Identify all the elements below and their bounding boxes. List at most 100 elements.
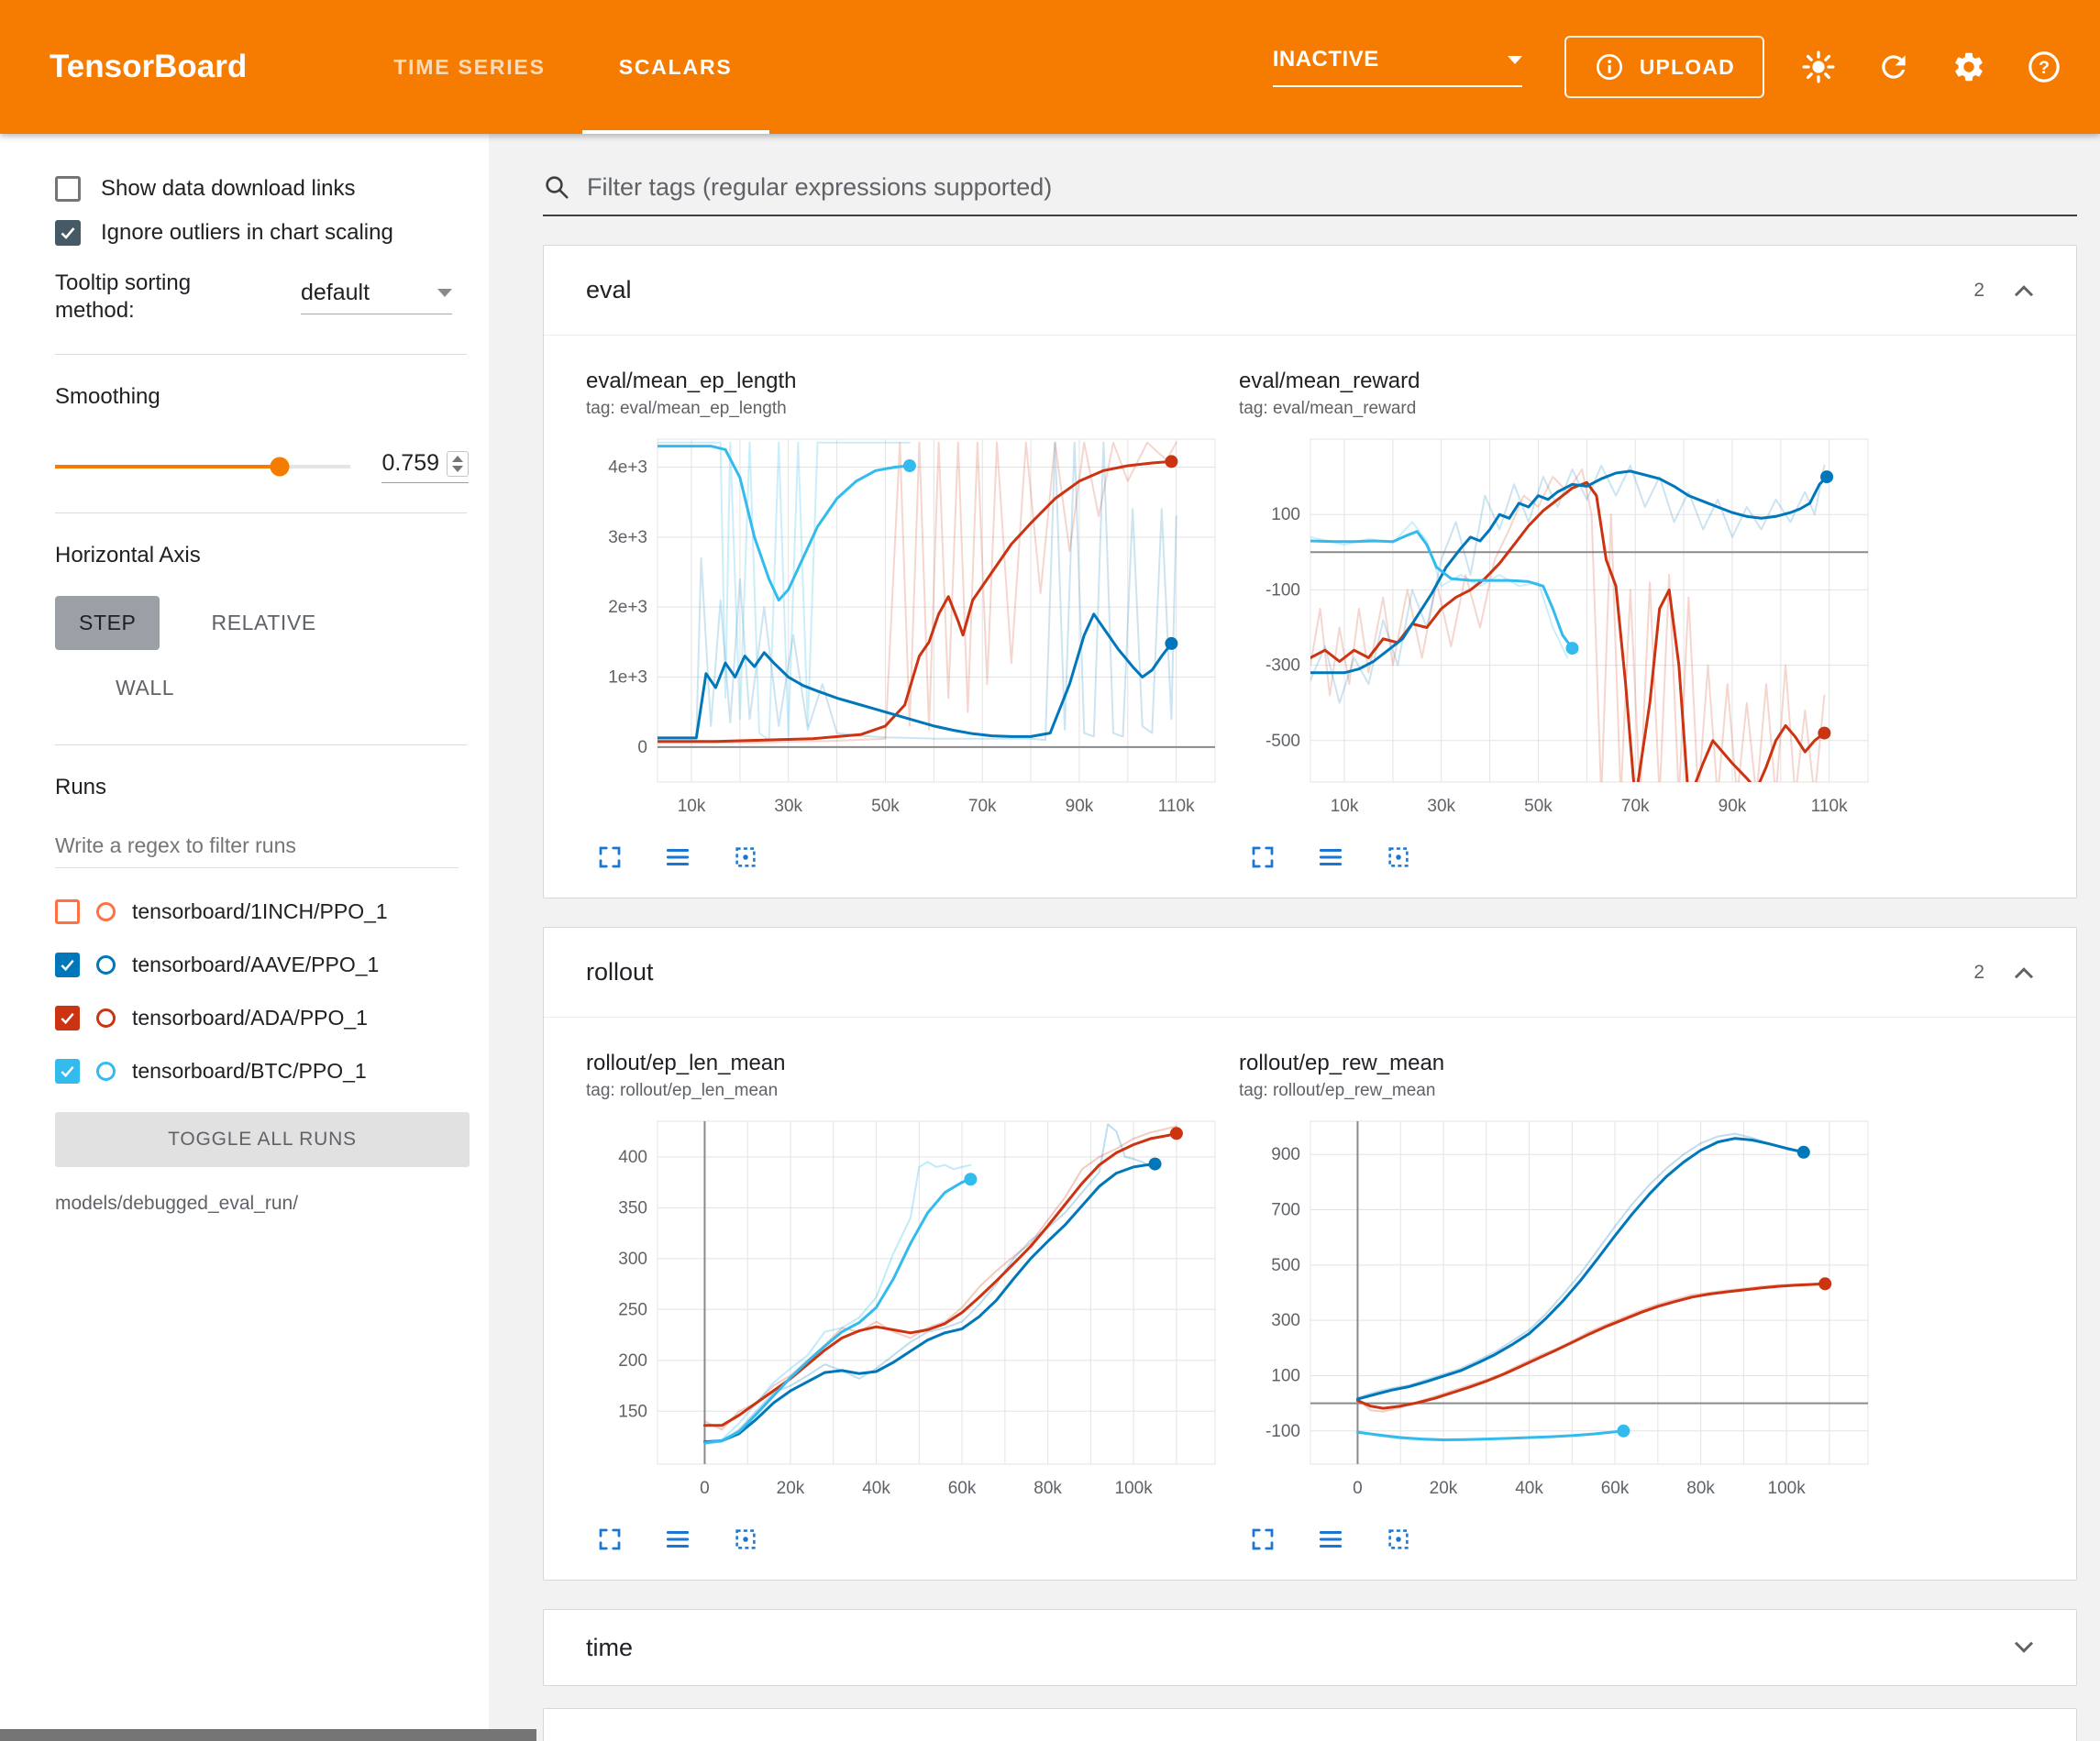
app-title: TensorBoard bbox=[50, 49, 247, 85]
chart-tag: tag: eval/mean_reward bbox=[1239, 399, 1879, 419]
section-body-eval: eval/mean_ep_length tag: eval/mean_ep_le… bbox=[544, 336, 2076, 898]
run-color-circle[interactable] bbox=[96, 902, 116, 921]
svg-text:70k: 70k bbox=[968, 797, 997, 816]
help-icon[interactable]: ? bbox=[2023, 46, 2065, 88]
svg-text:100k: 100k bbox=[1768, 1479, 1807, 1498]
runs-table-icon[interactable] bbox=[1316, 843, 1345, 872]
run-row[interactable]: tensorboard/AAVE/PPO_1 bbox=[55, 938, 476, 991]
section-count: 2 bbox=[1973, 962, 1984, 984]
run-color-circle[interactable] bbox=[96, 1008, 116, 1028]
brightness-icon[interactable] bbox=[1797, 46, 1840, 88]
chevron-up-icon[interactable] bbox=[2012, 964, 2036, 981]
stepper-up-icon[interactable] bbox=[452, 456, 463, 462]
runs-filter-input[interactable] bbox=[55, 826, 459, 868]
svg-text:0: 0 bbox=[700, 1479, 710, 1498]
axis-step-button[interactable]: STEP bbox=[55, 596, 160, 650]
chart-plot[interactable]: 10k30k50k70k90k110k01e+32e+33e+34e+3 bbox=[584, 424, 1226, 833]
run-checkbox[interactable] bbox=[55, 1006, 80, 1030]
svg-text:30k: 30k bbox=[774, 797, 802, 816]
run-color-circle[interactable] bbox=[96, 1062, 116, 1081]
axis-wall-button[interactable]: WALL bbox=[92, 661, 198, 715]
fit-domain-icon[interactable] bbox=[731, 843, 760, 872]
tooltip-sorting-dropdown[interactable]: default bbox=[301, 280, 452, 314]
run-checkbox[interactable] bbox=[55, 899, 80, 924]
chart-plot[interactable]: 10k30k50k70k90k110k100-100-300-500 bbox=[1237, 424, 1879, 833]
svg-text:?: ? bbox=[2039, 58, 2050, 78]
svg-text:30k: 30k bbox=[1427, 797, 1455, 816]
ignore-outliers-label: Ignore outliers in chart scaling bbox=[101, 220, 393, 246]
tab-time-series[interactable]: TIME SERIES bbox=[357, 0, 582, 134]
svg-text:500: 500 bbox=[1271, 1256, 1300, 1275]
svg-text:40k: 40k bbox=[1515, 1479, 1543, 1498]
upload-button[interactable]: UPLOAD bbox=[1564, 36, 1764, 98]
search-icon bbox=[543, 173, 570, 201]
runs-table-icon[interactable] bbox=[663, 843, 692, 872]
run-row[interactable]: tensorboard/1INCH/PPO_1 bbox=[55, 885, 476, 938]
chevron-up-icon[interactable] bbox=[2012, 282, 2036, 299]
section-header-time[interactable]: time bbox=[544, 1610, 2076, 1685]
show-download-links-row[interactable]: Show data download links bbox=[55, 176, 476, 202]
svg-text:20k: 20k bbox=[1430, 1479, 1458, 1498]
chart-plot[interactable]: 020k40k60k80k100k150200250300350400 bbox=[584, 1107, 1226, 1515]
chevron-down-icon bbox=[1508, 56, 1522, 64]
smoothing-value-field[interactable]: 0.759 bbox=[381, 450, 469, 483]
svg-text:400: 400 bbox=[618, 1148, 647, 1167]
toggle-all-runs-button[interactable]: TOGGLE ALL RUNS bbox=[55, 1112, 470, 1167]
expand-chart-icon[interactable] bbox=[1248, 843, 1277, 872]
chart-toolbar bbox=[1237, 1525, 1879, 1554]
fit-domain-icon[interactable] bbox=[1384, 1525, 1413, 1554]
runs-table-icon[interactable] bbox=[663, 1525, 692, 1554]
chevron-down-icon[interactable] bbox=[2012, 1639, 2036, 1656]
svg-text:350: 350 bbox=[618, 1198, 647, 1218]
show-download-links-checkbox[interactable] bbox=[55, 176, 81, 202]
expand-chart-icon[interactable] bbox=[1248, 1525, 1277, 1554]
section-title: rollout bbox=[586, 958, 654, 986]
smoothing-slider-thumb[interactable] bbox=[271, 457, 290, 477]
chart-title: eval/mean_ep_length bbox=[586, 369, 1226, 394]
run-row[interactable]: tensorboard/BTC/PPO_1 bbox=[55, 1044, 476, 1097]
tag-filter-input[interactable] bbox=[587, 173, 2077, 202]
svg-text:-100: -100 bbox=[1266, 580, 1300, 600]
section-count: 2 bbox=[1973, 280, 1984, 302]
chart-plot[interactable]: 020k40k60k80k100k-100100300500700900 bbox=[1237, 1107, 1879, 1515]
fit-domain-icon[interactable] bbox=[1384, 843, 1413, 872]
run-checkbox[interactable] bbox=[55, 1059, 80, 1084]
run-color-circle[interactable] bbox=[96, 955, 116, 975]
ignore-outliers-checkbox[interactable] bbox=[55, 220, 81, 246]
info-icon bbox=[1594, 51, 1625, 83]
run-checkbox[interactable] bbox=[55, 953, 80, 977]
horizontal-scrollbar[interactable] bbox=[0, 1729, 536, 1741]
settings-gear-icon[interactable] bbox=[1948, 46, 1990, 88]
svg-text:100k: 100k bbox=[1115, 1479, 1154, 1498]
tab-scalars[interactable]: SCALARS bbox=[582, 0, 769, 134]
smoothing-label: Smoothing bbox=[55, 384, 476, 410]
run-row[interactable]: tensorboard/ADA/PPO_1 bbox=[55, 991, 476, 1044]
run-label: tensorboard/ADA/PPO_1 bbox=[132, 1006, 368, 1030]
runs-table-icon[interactable] bbox=[1316, 1525, 1345, 1554]
chart-title: rollout/ep_len_mean bbox=[586, 1051, 1226, 1076]
status-dropdown[interactable]: INACTIVE bbox=[1273, 47, 1522, 87]
smoothing-stepper[interactable] bbox=[447, 451, 469, 477]
section-card-eval: eval 2 eval/mean_ep_length tag: eval/mea… bbox=[543, 245, 2077, 898]
svg-text:150: 150 bbox=[618, 1402, 647, 1421]
refresh-icon[interactable] bbox=[1873, 46, 1915, 88]
ignore-outliers-row[interactable]: Ignore outliers in chart scaling bbox=[55, 220, 476, 246]
chevron-down-icon bbox=[437, 289, 452, 297]
svg-text:0: 0 bbox=[1353, 1479, 1363, 1498]
expand-chart-icon[interactable] bbox=[595, 843, 624, 872]
section-header-eval[interactable]: eval 2 bbox=[544, 246, 2076, 336]
svg-text:20k: 20k bbox=[777, 1479, 805, 1498]
expand-chart-icon[interactable] bbox=[595, 1525, 624, 1554]
smoothing-slider-fill bbox=[55, 465, 280, 468]
svg-text:10k: 10k bbox=[678, 797, 706, 816]
section-header-rollout[interactable]: rollout 2 bbox=[544, 928, 2076, 1018]
section-card-rollout: rollout 2 rollout/ep_len_mean tag: rollo… bbox=[543, 927, 2077, 1581]
smoothing-slider[interactable] bbox=[55, 465, 350, 468]
horizontal-axis-options-2: WALL bbox=[55, 661, 476, 715]
chart-tag: tag: rollout/ep_rew_mean bbox=[1239, 1081, 1879, 1101]
fit-domain-icon[interactable] bbox=[731, 1525, 760, 1554]
stepper-down-icon[interactable] bbox=[452, 466, 463, 472]
axis-relative-button[interactable]: RELATIVE bbox=[187, 596, 339, 650]
svg-text:300: 300 bbox=[618, 1250, 647, 1269]
chart-toolbar bbox=[584, 1525, 1226, 1554]
